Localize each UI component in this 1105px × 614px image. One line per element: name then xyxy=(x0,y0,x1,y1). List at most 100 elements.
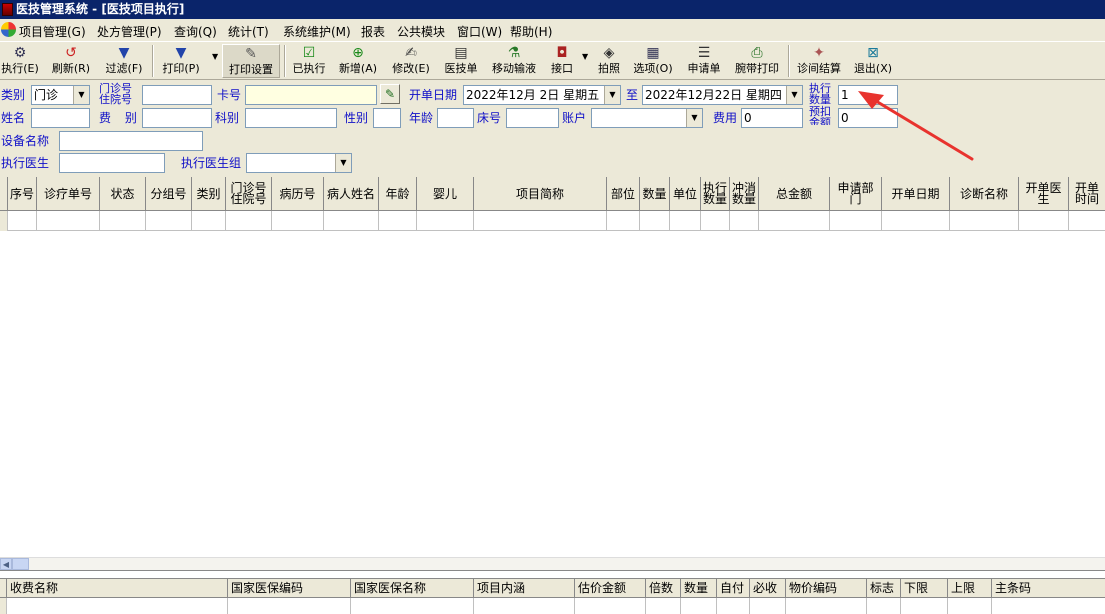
sex-field[interactable] xyxy=(373,108,401,128)
photo-button[interactable]: ◈ 拍照 xyxy=(594,44,624,78)
table-cell[interactable] xyxy=(100,211,146,231)
dept-field[interactable] xyxy=(245,108,337,128)
print-button[interactable]: ▼ 打印(P) xyxy=(158,44,204,78)
menu-item-window[interactable]: 窗口(W) xyxy=(457,23,502,39)
table-cell[interactable] xyxy=(8,211,37,231)
column-header[interactable]: 冲消 数量 xyxy=(730,177,759,211)
column-header[interactable]: 收费名称 xyxy=(7,579,228,597)
table-row[interactable] xyxy=(0,598,1105,614)
column-header[interactable]: 诊疗单号 xyxy=(37,177,100,211)
column-header[interactable]: 项目内涵 xyxy=(474,579,575,597)
menu-item-project[interactable]: 项目管理(G) xyxy=(19,23,86,39)
column-header[interactable]: 门诊号 住院号 xyxy=(226,177,272,211)
menu-item-reports[interactable]: 报表 xyxy=(361,23,385,39)
table-cell[interactable] xyxy=(226,211,272,231)
table-cell[interactable] xyxy=(992,598,1105,614)
column-header[interactable]: 开单医 生 xyxy=(1019,177,1069,211)
table-cell[interactable] xyxy=(867,598,901,614)
executed-button[interactable]: ☑ 已执行 xyxy=(289,44,329,78)
fee-type-field[interactable] xyxy=(142,108,212,128)
table-cell[interactable] xyxy=(640,211,670,231)
bed-field[interactable] xyxy=(506,108,559,128)
menu-item-common[interactable]: 公共模块 xyxy=(397,23,445,39)
menu-item-maintenance[interactable]: 系统维护(M) xyxy=(283,23,351,39)
table-cell[interactable] xyxy=(417,211,474,231)
table-cell[interactable] xyxy=(228,598,351,614)
column-header[interactable]: 国家医保编码 xyxy=(228,579,351,597)
column-header[interactable]: 执行 数量 xyxy=(701,177,730,211)
table-cell[interactable] xyxy=(882,211,950,231)
request-form-button[interactable]: ☰ 申请单 xyxy=(684,44,724,78)
column-header[interactable]: 上限 xyxy=(948,579,992,597)
table-cell[interactable] xyxy=(607,211,640,231)
column-header[interactable]: 开单日期 xyxy=(882,177,950,211)
menu-item-statistics[interactable]: 统计(T) xyxy=(228,23,269,39)
column-header[interactable]: 下限 xyxy=(901,579,948,597)
column-header[interactable]: 分组号 xyxy=(146,177,192,211)
table-cell[interactable] xyxy=(37,211,100,231)
table-cell[interactable] xyxy=(272,211,324,231)
table-cell[interactable] xyxy=(681,598,717,614)
card-field[interactable] xyxy=(245,85,377,105)
table-cell[interactable] xyxy=(474,598,575,614)
add-button[interactable]: ⊕ 新增(A) xyxy=(335,44,381,78)
table-cell[interactable] xyxy=(1069,211,1105,231)
outpatient-no-field[interactable] xyxy=(142,85,212,105)
column-header[interactable]: 年龄 xyxy=(379,177,417,211)
exec-qty-field[interactable]: 1 xyxy=(838,85,898,105)
table-cell[interactable] xyxy=(948,598,992,614)
column-header[interactable]: 状态 xyxy=(100,177,146,211)
column-header[interactable]: 必收 xyxy=(750,579,786,597)
column-header[interactable]: 病人姓名 xyxy=(324,177,379,211)
table-cell[interactable] xyxy=(950,211,1019,231)
interface-dropdown-arrow[interactable]: ▼ xyxy=(582,52,588,61)
table-cell[interactable] xyxy=(379,211,417,231)
table-cell[interactable] xyxy=(324,211,379,231)
column-header[interactable]: 数量 xyxy=(681,579,717,597)
interface-button[interactable]: ◘ 接口 xyxy=(547,44,577,78)
column-header[interactable]: 标志 xyxy=(867,579,901,597)
wristband-print-button[interactable]: ⎙ 腕带打印 xyxy=(731,44,783,78)
device-field[interactable] xyxy=(59,131,203,151)
table-cell[interactable] xyxy=(901,598,948,614)
column-header[interactable]: 诊断名称 xyxy=(950,177,1019,211)
column-header[interactable]: 物价编码 xyxy=(786,579,867,597)
table-cell[interactable] xyxy=(192,211,226,231)
doctor-group-select[interactable]: ▼ xyxy=(246,153,352,173)
mdi-app-icon[interactable] xyxy=(1,22,16,37)
column-header[interactable]: 自付 xyxy=(717,579,750,597)
table-cell[interactable] xyxy=(575,598,646,614)
menu-item-query[interactable]: 查询(Q) xyxy=(174,23,217,39)
tech-form-button[interactable]: ▤ 医技单 xyxy=(441,44,481,78)
scrollbar-thumb[interactable] xyxy=(12,558,29,570)
table-cell[interactable] xyxy=(646,598,681,614)
filter-button[interactable]: ▼ 过滤(F) xyxy=(101,44,147,78)
column-header[interactable]: 倍数 xyxy=(646,579,681,597)
print-settings-button[interactable]: ✎ 打印设置 xyxy=(222,44,280,78)
column-header[interactable]: 国家医保名称 xyxy=(351,579,474,597)
table-cell[interactable] xyxy=(670,211,701,231)
column-header[interactable]: 项目简称 xyxy=(474,177,607,211)
print-dropdown-arrow[interactable]: ▼ xyxy=(212,52,218,61)
column-header[interactable]: 婴儿 xyxy=(417,177,474,211)
column-header[interactable]: 开单 时间 xyxy=(1069,177,1105,211)
category-select[interactable]: 门诊 ▼ xyxy=(31,85,90,105)
column-header[interactable]: 部位 xyxy=(607,177,640,211)
name-field[interactable] xyxy=(31,108,90,128)
date-to-picker[interactable]: 2022年12月22日 星期四 ▼ xyxy=(642,85,803,105)
card-reader-button[interactable]: ✎ xyxy=(380,84,400,104)
column-header[interactable]: 类别 xyxy=(192,177,226,211)
table-cell[interactable] xyxy=(701,211,730,231)
horizontal-scrollbar[interactable]: ◀ xyxy=(0,557,1105,570)
table-cell[interactable] xyxy=(830,211,882,231)
fee-detail-grid[interactable]: 收费名称 国家医保编码 国家医保名称 项目内涵 估价金额 倍数 数量 自付 必收… xyxy=(0,570,1105,614)
column-header[interactable]: 总金额 xyxy=(759,177,830,211)
table-cell[interactable] xyxy=(474,211,607,231)
column-header[interactable]: 病历号 xyxy=(272,177,324,211)
menu-item-prescription[interactable]: 处方管理(P) xyxy=(97,23,162,39)
modify-button[interactable]: ✍ 修改(E) xyxy=(388,44,434,78)
column-header[interactable]: 序号 xyxy=(8,177,37,211)
column-header[interactable]: 单位 xyxy=(670,177,701,211)
table-cell[interactable] xyxy=(717,598,750,614)
fee-field[interactable]: 0 xyxy=(741,108,803,128)
